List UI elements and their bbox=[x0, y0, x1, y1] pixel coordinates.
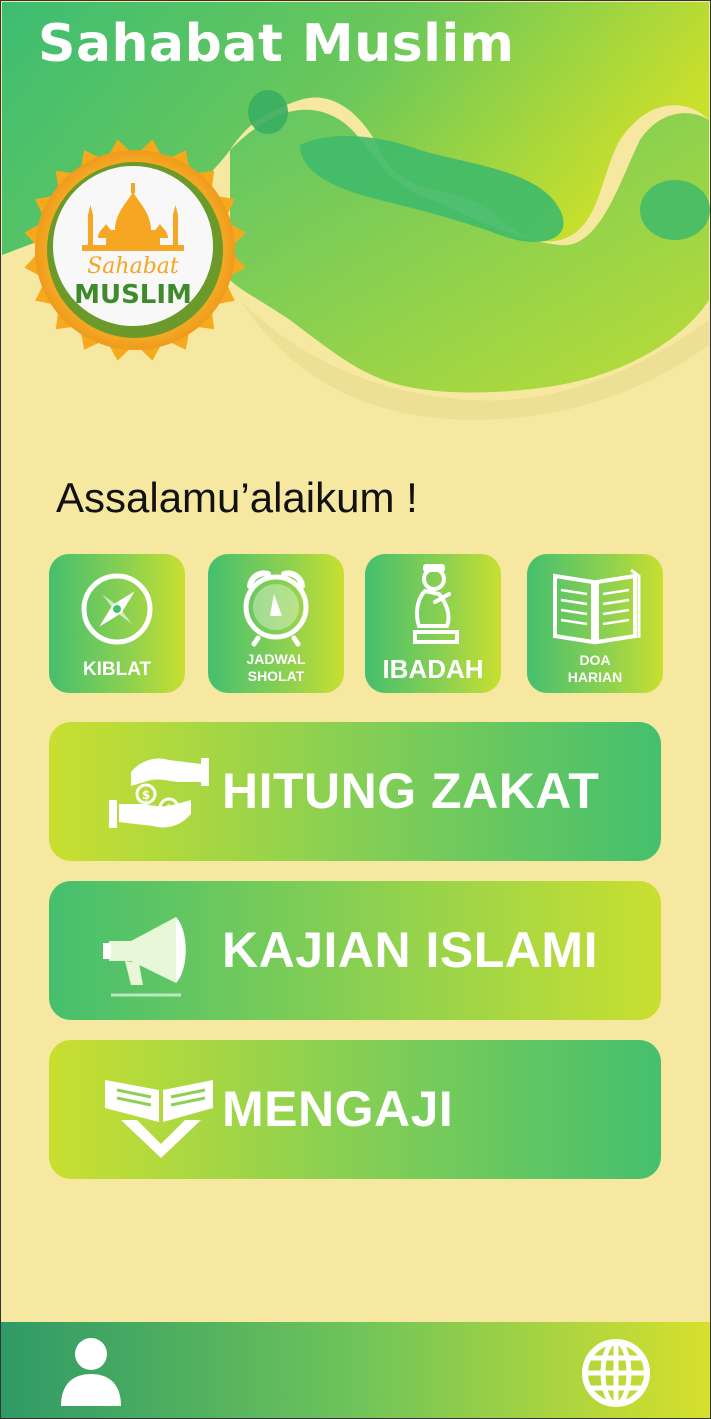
tile-ibadah-label: IBADAH bbox=[382, 654, 484, 684]
quran-stand-icon bbox=[105, 1080, 213, 1158]
hitung-zakat-label: HITUNG ZAKAT bbox=[222, 763, 600, 819]
kajian-islami-label: KAJIAN ISLAMI bbox=[222, 922, 598, 978]
megaphone-icon bbox=[103, 917, 186, 997]
tile-kiblat-label: KIBLAT bbox=[82, 659, 152, 680]
praying-person-icon bbox=[413, 564, 459, 644]
tile-doa-line1: DOA bbox=[579, 652, 611, 668]
open-book-icon bbox=[553, 568, 641, 645]
sahabat-muslim-logo: Sahabat MUSLIM bbox=[24, 139, 246, 361]
hitung-zakat-button[interactable]: $ $ HITUNG ZAKAT bbox=[49, 722, 661, 861]
compass-icon bbox=[81, 573, 153, 645]
tile-jadwal-sholat-label: JADWAL SHOLAT bbox=[208, 651, 344, 685]
hands-coins-icon: $ $ bbox=[109, 758, 209, 828]
user-icon[interactable] bbox=[59, 1336, 123, 1406]
tile-jadwal-sholat[interactable]: JADWAL SHOLAT bbox=[208, 554, 344, 693]
tile-jadwal-line2: SHOLAT bbox=[247, 668, 305, 684]
tile-doa-line2: HARIAN bbox=[567, 669, 623, 685]
globe-icon[interactable] bbox=[581, 1338, 651, 1408]
greeting-text: Assalamu’alaikum ! bbox=[56, 474, 418, 521]
svg-text:MUSLIM: MUSLIM bbox=[74, 280, 192, 310]
mengaji-button[interactable]: MENGAJI bbox=[49, 1040, 661, 1179]
tile-doa-harian[interactable]: DOA HARIAN bbox=[527, 554, 663, 693]
svg-text:$: $ bbox=[142, 788, 150, 802]
bottom-nav-bar bbox=[1, 1322, 710, 1418]
svg-text:Sahabat: Sahabat bbox=[87, 254, 179, 279]
tile-kiblat[interactable]: KIBLAT bbox=[49, 554, 185, 693]
alarm-clock-icon bbox=[243, 570, 309, 647]
kajian-islami-button[interactable]: KAJIAN ISLAMI bbox=[49, 881, 661, 1020]
tile-doa-harian-label: DOA HARIAN bbox=[527, 652, 663, 686]
app-title: Sahabat Muslim bbox=[38, 14, 515, 74]
mengaji-label: MENGAJI bbox=[222, 1081, 454, 1137]
tile-jadwal-line1: JADWAL bbox=[246, 651, 306, 667]
tile-ibadah[interactable]: IBADAH bbox=[365, 554, 501, 693]
